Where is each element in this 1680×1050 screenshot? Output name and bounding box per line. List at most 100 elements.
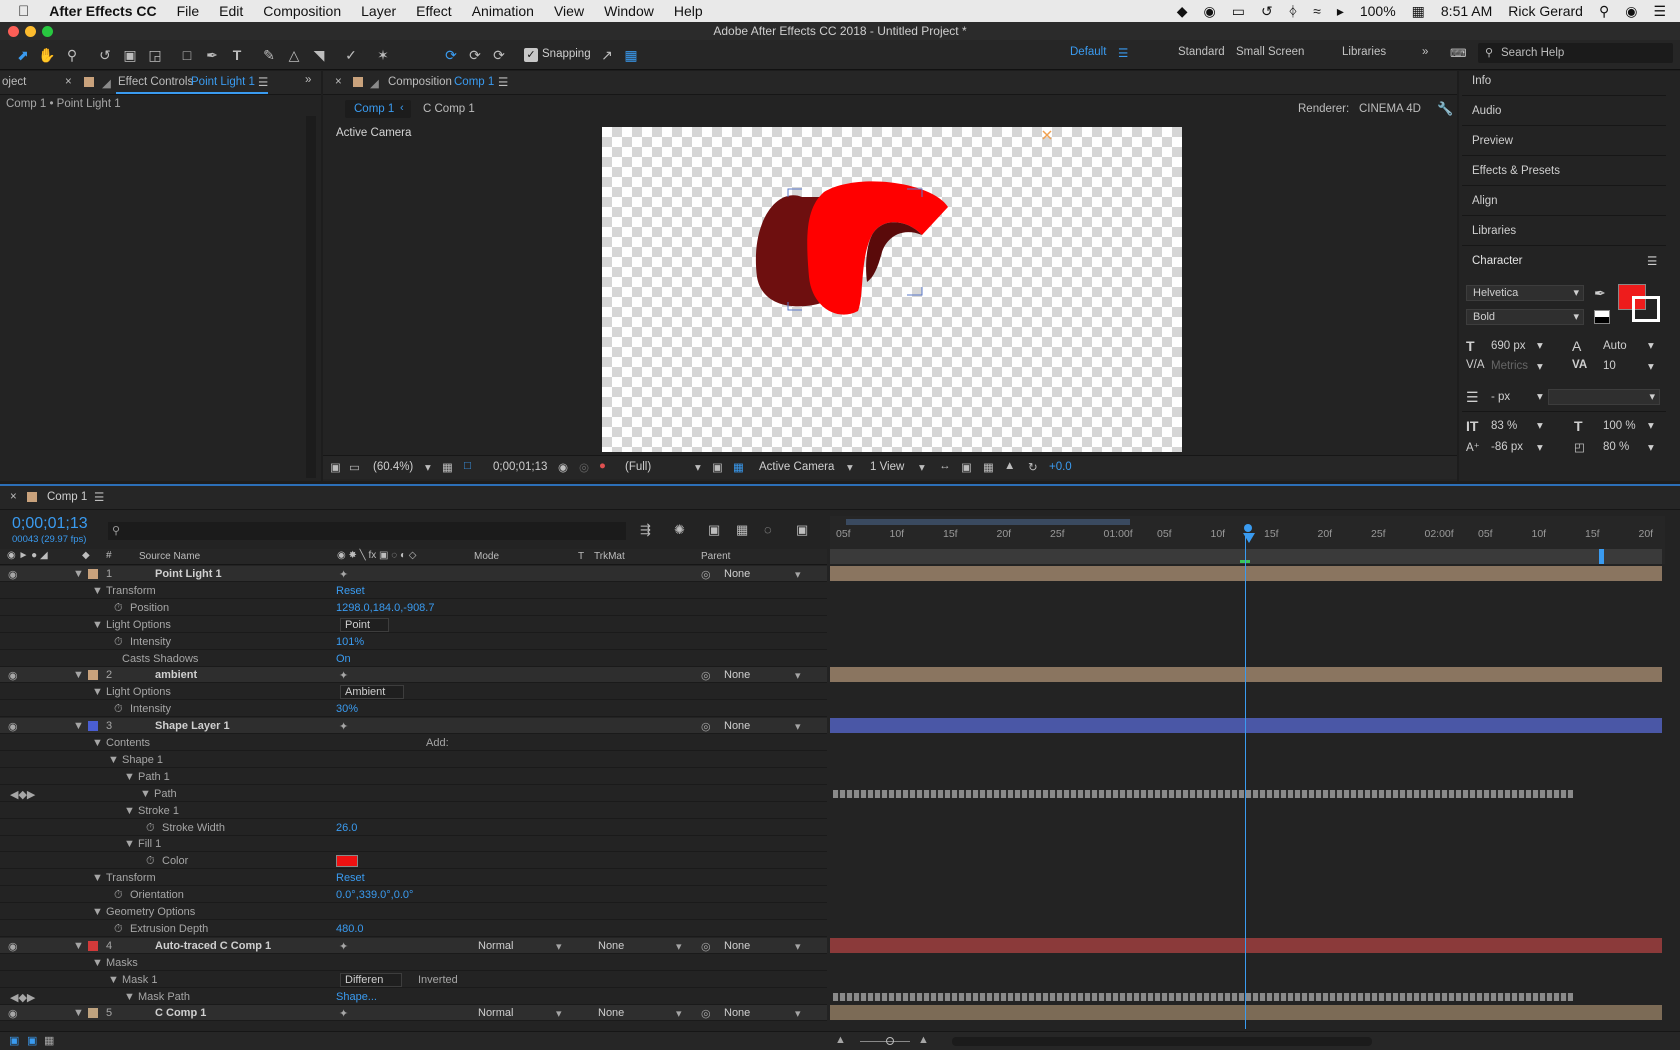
title-safe-icon[interactable]: ▦ [442,460,453,474]
pick-whip-icon[interactable]: ◎ [701,720,711,733]
layer-switches-icon[interactable]: ✦ [339,669,348,682]
pick-whip-icon[interactable]: ◎ [701,940,711,953]
twirl-down-icon[interactable]: ▼ [92,585,103,597]
timeline-property-row[interactable]: ▼ Masks [0,955,827,971]
layer-duration-bar[interactable] [830,566,1662,581]
twirl-down-icon[interactable]: ▼ [92,619,103,631]
stopwatch-icon[interactable]: ⏱ [114,923,123,936]
twirl-down-icon[interactable]: ▼ [108,754,119,766]
chevron-down-icon[interactable]: ▾ [795,940,801,953]
work-area-end-handle[interactable] [1599,549,1604,564]
font-family-select[interactable]: Helvetica ▾ [1466,285,1584,301]
close-tab-icon[interactable]: × [335,76,342,88]
layer-label-color[interactable] [88,941,98,951]
twirl-down-icon[interactable]: ▼ [92,872,103,884]
twirl-down-icon[interactable]: ▼ [92,686,103,698]
timeline-property-row[interactable]: ⏱ Intensity 30% [0,701,827,717]
chevron-down-icon[interactable]: ▾ [1648,338,1654,352]
puppet-pin-tool-icon[interactable]: ✶ [374,46,392,64]
menu-help[interactable]: Help [664,3,713,19]
timeline-scrollbar[interactable] [952,1037,1372,1046]
zoom-window-button[interactable] [42,26,53,37]
menu-view[interactable]: View [544,3,594,19]
horizontal-scale-value[interactable]: 100 % [1603,420,1636,432]
volume-icon[interactable]: ▸ [1329,3,1352,20]
timeline-layer-row[interactable]: ◉ ▼ 5 C Comp 1 ✦ Normal ▾ None ▾ ◎ None ▾ [0,1005,1662,1021]
battery-percent[interactable]: 100% [1352,3,1404,19]
workspace-libraries[interactable]: Libraries [1342,46,1386,58]
draft-3d-icon[interactable]: ✺ [674,522,685,538]
fill-color-swatch[interactable] [336,855,358,867]
t-column[interactable]: T [578,551,584,562]
chevron-down-icon[interactable]: ▾ [1537,440,1543,454]
timeline-layer-row[interactable]: ◉ ▼ 1 Point Light 1 ✦ ◎ None ▾ [0,566,1662,582]
stopwatch-icon[interactable]: ⏱ [146,822,155,835]
visibility-eye-icon[interactable]: ◉ [8,1007,18,1020]
property-select[interactable]: Ambient [340,685,405,699]
layer-duration-bar[interactable] [830,667,1662,682]
effect-controls-tab-layer[interactable]: Point Light 1 [191,76,255,88]
view-axis-icon[interactable]: ⟳ [490,46,508,64]
layer-switches-icon[interactable]: ✦ [339,720,348,733]
align-panel-tab[interactable]: Align [1472,195,1498,207]
timeline-property-row[interactable]: ▼ Mask Path Shape... ◀◆▶ [0,989,1573,1005]
preview-panel-tab[interactable]: Preview [1472,135,1513,147]
layer-switches-icon[interactable]: ✦ [339,568,348,581]
snapping-checkbox[interactable]: ✓ [524,48,538,62]
layer-duration-bar[interactable] [830,1005,1662,1020]
snap-edges-icon[interactable]: ↗ [598,46,616,64]
property-value[interactable]: 480.0 [336,923,364,935]
modes-toggle-icon[interactable]: ▣ [27,1034,37,1047]
timeline-property-row[interactable]: ⏱ Orientation 0.0°,339.0°,0.0° [0,887,827,903]
twirl-down-icon[interactable]: ▼ [73,568,84,580]
always-preview-icon[interactable]: ▣ [330,460,341,474]
default-colors-icon[interactable] [1594,310,1610,324]
visibility-eye-icon[interactable]: ◉ [8,669,18,682]
layer-label-color[interactable] [88,569,98,579]
chevron-down-icon[interactable]: ▾ [795,1007,801,1020]
eyedropper-icon[interactable]: ✒ [1594,285,1606,302]
twirl-down-icon[interactable]: ▼ [73,940,84,952]
parent-select[interactable]: None [724,940,750,952]
chevron-down-icon[interactable]: ▾ [556,940,562,953]
minimize-window-button[interactable] [25,26,36,37]
keyframe-strip[interactable] [833,993,1573,1001]
twirl-down-icon[interactable]: ▼ [92,737,103,749]
mode-column[interactable]: Mode [474,551,499,562]
close-tab-icon[interactable]: × [65,76,72,88]
leading-value[interactable]: Auto [1603,340,1627,352]
timeline-property-row[interactable]: ▼ Transform Reset [0,583,827,599]
menu-animation[interactable]: Animation [462,3,544,19]
timeline-property-row[interactable]: ▼ Contents Add: [0,735,827,751]
user-name[interactable]: Rick Gerard [1500,3,1591,19]
menu-composition[interactable]: Composition [253,3,351,19]
clone-stamp-tool-icon[interactable]: △ [285,46,303,64]
source-name-column[interactable]: Source Name [139,551,200,562]
workspace-menu-icon[interactable]: ☰ [1118,46,1128,60]
magnification-select[interactable]: (60.4%) [373,461,413,473]
zoom-out-icon[interactable]: ▲ [835,1034,846,1046]
region-of-interest-icon[interactable]: ▣ [712,460,723,474]
layer-label-color[interactable] [88,1008,98,1018]
timeline-property-row[interactable]: ▼ Fill 1 [0,836,827,852]
in-out-toggle-icon[interactable]: ▦ [44,1034,54,1047]
siri-icon[interactable]: ◉ [1617,3,1645,20]
menu-file[interactable]: File [167,3,210,19]
twirl-down-icon[interactable]: ▼ [140,788,151,800]
timeline-icon[interactable]: ▦ [983,460,994,474]
layer-label-color[interactable] [88,721,98,731]
parent-select[interactable]: None [724,669,750,681]
stopwatch-icon[interactable]: ⏱ [114,636,123,649]
layer-name[interactable]: Shape Layer 1 [155,720,230,732]
keyboard-icon[interactable]: ⌨ [1450,46,1467,60]
wrench-icon[interactable]: 🔧 [1437,101,1453,117]
baseline-shift-value[interactable]: -86 px [1491,441,1523,453]
twirl-down-icon[interactable]: ▼ [124,771,135,783]
parent-column[interactable]: Parent [701,551,730,562]
wifi-icon[interactable]: ≈ [1305,3,1329,19]
timeline-property-row[interactable]: ⏱ Position 1298.0,184.0,-908.7 [0,600,827,616]
timeline-property-row[interactable]: ▼ Transform Reset [0,870,827,886]
chevron-down-icon[interactable]: ▾ [847,460,853,474]
panel-overflow-icon[interactable]: » [305,74,311,86]
chevron-down-icon[interactable]: ▾ [795,568,801,581]
